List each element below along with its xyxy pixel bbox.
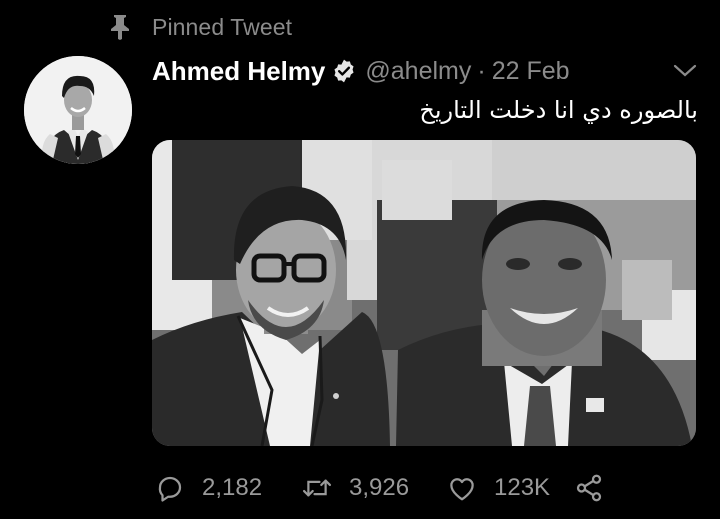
display-name[interactable]: Ahmed Helmy bbox=[152, 56, 325, 87]
tweet-header: Ahmed Helmy @ahelmy · 22 Feb bbox=[152, 53, 700, 89]
reply-count: 2,182 bbox=[202, 474, 263, 501]
pin-icon bbox=[106, 13, 134, 41]
chevron-down-icon[interactable] bbox=[670, 59, 700, 83]
avatar[interactable] bbox=[24, 56, 132, 164]
pinned-indicator: Pinned Tweet bbox=[106, 12, 292, 42]
tweet-date[interactable]: 22 Feb bbox=[492, 57, 570, 86]
tweet-actions: 2,182 3,926 123K bbox=[152, 466, 607, 510]
retweet-icon bbox=[299, 470, 335, 506]
like-button[interactable]: 123K bbox=[444, 466, 571, 510]
verified-badge-icon bbox=[331, 58, 357, 84]
reply-bubble-icon bbox=[152, 470, 188, 506]
share-button[interactable] bbox=[571, 466, 607, 510]
heart-icon bbox=[444, 470, 480, 506]
header-separator: · bbox=[477, 56, 486, 85]
pinned-label: Pinned Tweet bbox=[152, 13, 293, 40]
tweet-text: بالصوره دي انا دخلت التاريخ bbox=[419, 96, 698, 124]
like-count: 123K bbox=[494, 474, 551, 501]
reply-button[interactable]: 2,182 bbox=[152, 466, 299, 510]
tweet-photo[interactable] bbox=[152, 140, 696, 446]
retweet-count: 3,926 bbox=[349, 474, 410, 501]
author-handle[interactable]: @ahelmy bbox=[365, 57, 471, 86]
retweet-button[interactable]: 3,926 bbox=[299, 466, 444, 510]
share-icon bbox=[571, 470, 607, 506]
tweet[interactable]: Pinned Tweet Ahmed Helmy @ahelmy · 22 Fe… bbox=[0, 0, 720, 519]
